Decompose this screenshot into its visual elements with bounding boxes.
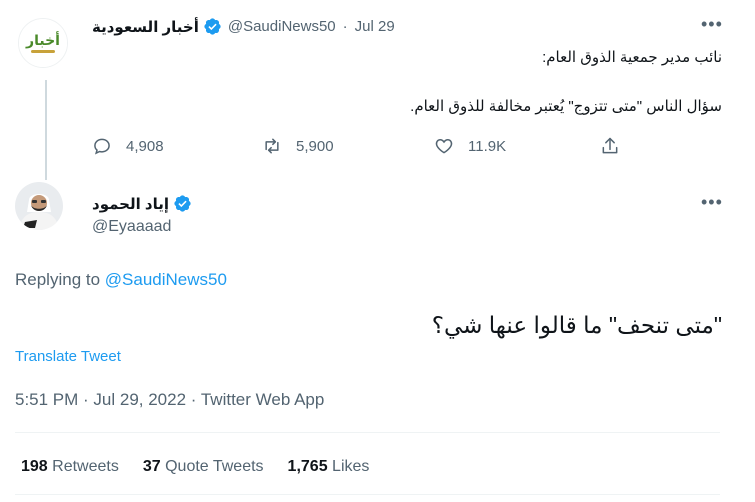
share-action[interactable]	[600, 136, 620, 156]
divider	[15, 432, 720, 433]
tweet-stats: 198 Retweets 37 Quote Tweets 1,765 Likes	[21, 458, 369, 476]
main-header: إياد الحمود	[92, 194, 192, 213]
logo-text: أخبار	[25, 31, 60, 49]
stat-quote-tweets[interactable]: 37 Quote Tweets	[143, 458, 264, 476]
replying-to-link[interactable]: @SaudiNews50	[105, 270, 227, 289]
retweet-icon	[265, 138, 279, 154]
user-handle[interactable]: @Eyaaaad	[92, 218, 171, 236]
quoted-header: أخبار السعودية @SaudiNews50 · Jul 29	[92, 17, 395, 36]
quoted-handle[interactable]: @SaudiNews50	[228, 18, 336, 35]
retweet-count: 5,900	[296, 137, 334, 155]
reply-icon	[94, 138, 110, 155]
like-count: 11.9K	[468, 137, 507, 155]
user-display-name[interactable]: إياد الحمود	[92, 195, 169, 213]
stat-retweets[interactable]: 198 Retweets	[21, 458, 119, 476]
verified-icon	[204, 18, 221, 35]
quoted-text-line2: سؤال الناس "متى تتزوج" يُعتبر مخالفة للذ…	[410, 98, 722, 115]
like-action[interactable]: 11.9K	[434, 136, 506, 156]
quoted-text-line1: نائب مدير جمعية الذوق العام:	[542, 49, 722, 66]
thread-connector	[45, 80, 47, 180]
quoted-display-name[interactable]: أخبار السعودية	[92, 18, 199, 36]
reply-count: 4,908	[126, 137, 164, 155]
share-icon	[602, 137, 618, 154]
verified-icon	[174, 195, 191, 212]
retweet-action[interactable]: 5,900	[262, 136, 334, 156]
reply-action[interactable]: 4,908	[92, 136, 164, 156]
stat-likes[interactable]: 1,765 Likes	[288, 458, 370, 476]
user-avatar[interactable]	[15, 182, 63, 230]
replying-prefix: Replying to	[15, 270, 101, 289]
divider	[15, 494, 720, 495]
more-icon[interactable]: •••	[701, 192, 723, 213]
like-icon	[435, 138, 453, 154]
saudinews-logo: أخبار	[19, 19, 67, 67]
tweet-timestamp[interactable]: 5:51 PM · Jul 29, 2022 · Twitter Web App	[15, 390, 324, 410]
quoted-separator: ·	[342, 18, 348, 35]
saudinews-avatar[interactable]: أخبار	[18, 18, 68, 68]
replying-to: Replying to @SaudiNews50	[15, 270, 227, 290]
user-avatar-image	[15, 182, 63, 230]
tweet-text: "متى تنحف" ما قالوا عنها شي؟	[431, 312, 722, 338]
more-icon[interactable]: •••	[701, 14, 723, 35]
quoted-date[interactable]: Jul 29	[355, 18, 395, 35]
translate-tweet-link[interactable]: Translate Tweet	[15, 348, 121, 365]
